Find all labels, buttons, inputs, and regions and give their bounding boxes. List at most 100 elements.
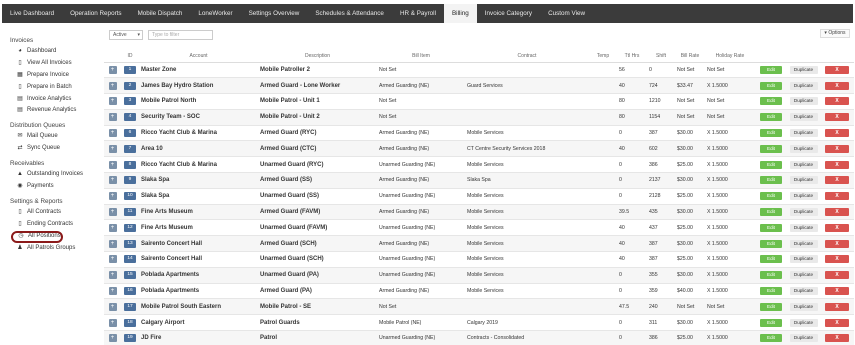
- duplicate-button[interactable]: Duplicate: [789, 129, 818, 138]
- delete-button[interactable]: X: [825, 255, 849, 264]
- duplicate-button[interactable]: Duplicate: [789, 81, 818, 90]
- nav-tab-billing[interactable]: Billing: [443, 4, 477, 23]
- duplicate-button[interactable]: Duplicate: [789, 65, 818, 74]
- delete-button[interactable]: X: [825, 113, 849, 122]
- expand-row-button[interactable]: +: [108, 192, 117, 201]
- edit-button[interactable]: Edit: [760, 113, 782, 122]
- column-header[interactable]: Temp: [589, 51, 617, 63]
- duplicate-button[interactable]: Duplicate: [789, 176, 818, 185]
- duplicate-button[interactable]: Duplicate: [789, 302, 818, 311]
- sidebar-item-outstanding-invoices[interactable]: ▲ Outstanding Invoices: [4, 169, 96, 181]
- nav-tab-settings-overview[interactable]: Settings Overview: [241, 4, 308, 23]
- expand-row-button[interactable]: +: [108, 129, 117, 138]
- expand-row-button[interactable]: +: [108, 65, 117, 74]
- nav-tab-schedules-attendance[interactable]: Schedules & Attendance: [307, 4, 392, 23]
- edit-button[interactable]: Edit: [760, 129, 782, 138]
- expand-row-button[interactable]: +: [108, 81, 117, 90]
- expand-row-button[interactable]: +: [108, 334, 117, 343]
- search-input[interactable]: Type to filter: [148, 30, 213, 40]
- sidebar-item-prepare-invoice[interactable]: ▦ Prepare Invoice: [4, 70, 96, 82]
- duplicate-button[interactable]: Duplicate: [789, 97, 818, 106]
- duplicate-button[interactable]: Duplicate: [789, 160, 818, 169]
- delete-button[interactable]: X: [825, 271, 849, 280]
- nav-tab-custom-view[interactable]: Custom View: [540, 4, 593, 23]
- duplicate-button[interactable]: Duplicate: [789, 113, 818, 122]
- expand-row-button[interactable]: +: [108, 144, 117, 153]
- expand-row-button[interactable]: +: [108, 271, 117, 280]
- expand-row-button[interactable]: +: [108, 208, 117, 217]
- edit-button[interactable]: Edit: [760, 239, 782, 248]
- sidebar-item-sync-queue[interactable]: ⇄ Sync Queue: [4, 143, 96, 155]
- expand-row-button[interactable]: +: [108, 176, 117, 185]
- column-header[interactable]: Account: [139, 51, 258, 63]
- duplicate-button[interactable]: Duplicate: [789, 334, 818, 343]
- duplicate-button[interactable]: Duplicate: [789, 255, 818, 264]
- delete-button[interactable]: X: [825, 81, 849, 90]
- delete-button[interactable]: X: [825, 334, 849, 343]
- edit-button[interactable]: Edit: [760, 160, 782, 169]
- nav-tab-loneworker[interactable]: LoneWorker: [190, 4, 240, 23]
- expand-row-button[interactable]: +: [108, 287, 117, 296]
- expand-row-button[interactable]: +: [108, 318, 117, 327]
- edit-button[interactable]: Edit: [760, 302, 782, 311]
- delete-button[interactable]: X: [825, 223, 849, 232]
- delete-button[interactable]: X: [825, 287, 849, 296]
- sidebar-item-ending-contracts[interactable]: ▯ Ending Contracts: [4, 219, 96, 231]
- edit-button[interactable]: Edit: [760, 208, 782, 217]
- duplicate-button[interactable]: Duplicate: [789, 318, 818, 327]
- sidebar-item-payments[interactable]: ◉ Payments: [4, 181, 96, 193]
- duplicate-button[interactable]: Duplicate: [789, 208, 818, 217]
- delete-button[interactable]: X: [825, 176, 849, 185]
- expand-row-button[interactable]: +: [108, 302, 117, 311]
- sidebar-item-prepare-in-batch[interactable]: ▯ Prepare in Batch: [4, 82, 96, 94]
- delete-button[interactable]: X: [825, 318, 849, 327]
- delete-button[interactable]: X: [825, 97, 849, 106]
- edit-button[interactable]: Edit: [760, 271, 782, 280]
- edit-button[interactable]: Edit: [760, 223, 782, 232]
- duplicate-button[interactable]: Duplicate: [789, 192, 818, 201]
- edit-button[interactable]: Edit: [760, 318, 782, 327]
- duplicate-button[interactable]: Duplicate: [789, 144, 818, 153]
- nav-tab-live-dashboard[interactable]: Live Dashboard: [2, 4, 62, 23]
- duplicate-button[interactable]: Duplicate: [789, 287, 818, 296]
- column-header[interactable]: Description: [258, 51, 377, 63]
- nav-tab-hr-payroll[interactable]: HR & Payroll: [392, 4, 444, 23]
- edit-button[interactable]: Edit: [760, 176, 782, 185]
- sidebar-item-all-contracts[interactable]: ▯ All Contracts: [4, 207, 96, 219]
- edit-button[interactable]: Edit: [760, 334, 782, 343]
- sidebar-item-dashboard[interactable]: ◕ Dashboard: [4, 46, 96, 58]
- delete-button[interactable]: X: [825, 239, 849, 248]
- expand-row-button[interactable]: +: [108, 223, 117, 232]
- sidebar-item-revenue-analytics[interactable]: ▤ Revenue Analytics: [4, 105, 96, 117]
- duplicate-button[interactable]: Duplicate: [789, 239, 818, 248]
- column-header[interactable]: ID: [121, 51, 139, 63]
- column-header[interactable]: Bill Rate: [675, 51, 705, 63]
- sidebar-item-all-positions[interactable]: ◷ All Positions: [11, 230, 63, 243]
- sidebar-item-view-all-invoices[interactable]: ▯ View All Invoices: [4, 58, 96, 70]
- column-header[interactable]: Holiday Rate: [705, 51, 755, 63]
- options-button[interactable]: ▾ Options: [820, 29, 850, 38]
- nav-tab-invoice-category[interactable]: Invoice Category: [477, 4, 540, 23]
- sidebar-item-all-patrols-groups[interactable]: ♟ All Patrols Groups: [4, 243, 96, 255]
- column-header[interactable]: Shift: [647, 51, 675, 63]
- delete-button[interactable]: X: [825, 208, 849, 217]
- expand-row-button[interactable]: +: [108, 255, 117, 264]
- column-header[interactable]: Ttl Hrs: [617, 51, 647, 63]
- edit-button[interactable]: Edit: [760, 255, 782, 264]
- duplicate-button[interactable]: Duplicate: [789, 223, 818, 232]
- delete-button[interactable]: X: [825, 192, 849, 201]
- column-header[interactable]: Bill Item: [377, 51, 465, 63]
- status-select[interactable]: Active ▾: [109, 30, 143, 40]
- delete-button[interactable]: X: [825, 302, 849, 311]
- sidebar-item-invoice-analytics[interactable]: ▤ Invoice Analytics: [4, 94, 96, 106]
- edit-button[interactable]: Edit: [760, 192, 782, 201]
- column-header[interactable]: Contract: [465, 51, 589, 63]
- sidebar-item-mail-queue[interactable]: ✉ Mail Queue: [4, 131, 96, 143]
- duplicate-button[interactable]: Duplicate: [789, 271, 818, 280]
- edit-button[interactable]: Edit: [760, 81, 782, 90]
- edit-button[interactable]: Edit: [760, 287, 782, 296]
- expand-row-button[interactable]: +: [108, 113, 117, 122]
- nav-tab-operation-reports[interactable]: Operation Reports: [62, 4, 129, 23]
- delete-button[interactable]: X: [825, 144, 849, 153]
- expand-row-button[interactable]: +: [108, 97, 117, 106]
